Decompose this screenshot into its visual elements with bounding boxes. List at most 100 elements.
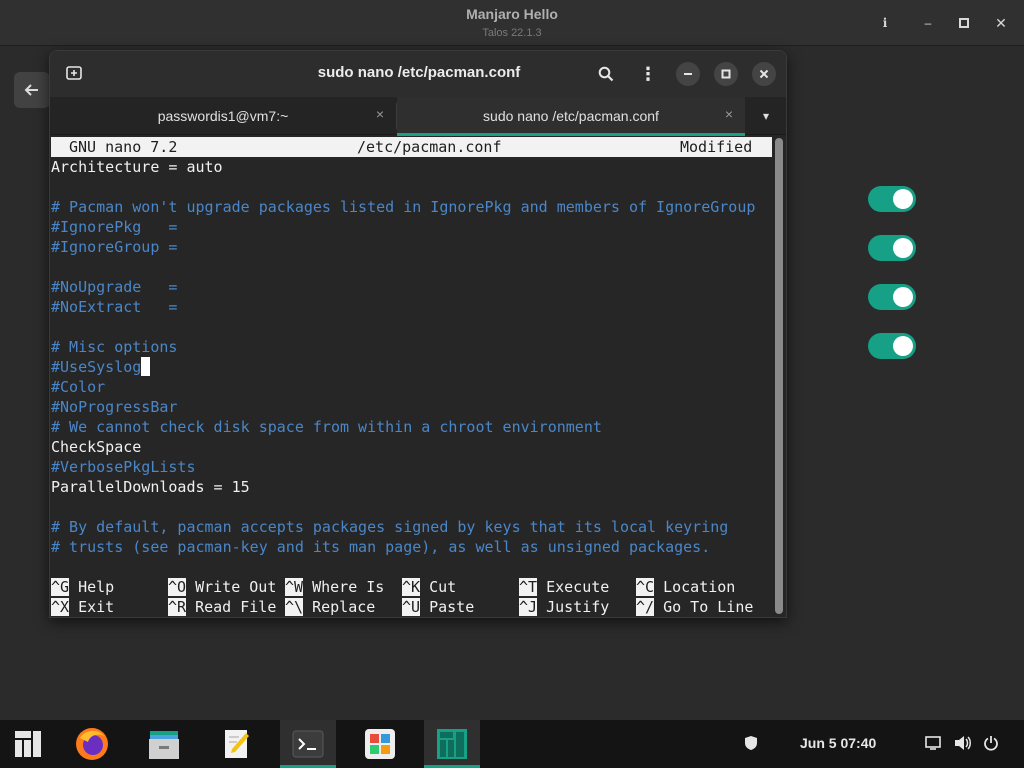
firefox-icon[interactable] xyxy=(64,720,120,768)
shortcut-read-file[interactable]: ^R Read File xyxy=(168,597,276,617)
config-line[interactable]: CheckSpace xyxy=(51,437,141,457)
comment-line[interactable]: # trusts (see pacman-key and its man pag… xyxy=(51,537,710,557)
comment-line[interactable]: # By default, pacman accepts packages si… xyxy=(51,517,728,537)
text-cursor xyxy=(141,357,151,376)
config-line[interactable]: ParallelDownloads = 15 xyxy=(51,477,250,497)
arrow-left-icon xyxy=(24,84,38,96)
toggle-switch-2[interactable] xyxy=(868,235,916,261)
shortcut-key: ^X xyxy=(51,598,70,616)
config-line[interactable]: Architecture = auto xyxy=(51,157,223,177)
maximize-icon[interactable] xyxy=(953,12,975,34)
shortcut-execute[interactable]: ^T Execute xyxy=(519,577,609,597)
tab-home-shell[interactable]: passwordis1@vm7:~ × xyxy=(50,97,396,135)
toggle-switch-1[interactable] xyxy=(868,186,916,212)
info-icon[interactable]: i xyxy=(874,12,896,34)
shortcut-label: Location xyxy=(663,578,736,596)
back-button[interactable] xyxy=(14,72,50,108)
comment-line[interactable]: #Color xyxy=(51,377,105,397)
scrollbar-thumb[interactable] xyxy=(775,138,783,614)
shortcut-write-out[interactable]: ^O Write Out xyxy=(168,577,276,597)
shield-icon[interactable] xyxy=(740,732,762,754)
shortcut-label: Replace xyxy=(312,598,376,616)
terminal-icon[interactable] xyxy=(280,720,336,768)
shortcut-label: Go To Line xyxy=(663,598,754,616)
shortcut-key: ^R xyxy=(168,598,187,616)
comment-line[interactable]: #NoProgressBar xyxy=(51,397,177,417)
shortcut-exit[interactable]: ^X Exit xyxy=(51,597,114,617)
manjaro-menu-icon[interactable] xyxy=(0,720,56,768)
nano-version: GNU nano 7.2 xyxy=(69,138,178,156)
maximize-button[interactable] xyxy=(714,62,738,86)
terminal-header: sudo nano /etc/pacman.conf ⋮ xyxy=(50,51,786,97)
minimize-icon[interactable]: – xyxy=(917,12,939,34)
software-center-icon[interactable] xyxy=(352,720,408,768)
shortcut-key: ^\ xyxy=(285,598,304,616)
comment-line[interactable]: #UseSyslog xyxy=(51,357,151,377)
shortcut-justify[interactable]: ^J Justify xyxy=(519,597,609,617)
shortcut-key: ^O xyxy=(168,578,187,596)
shortcut-cut[interactable]: ^K Cut xyxy=(402,577,456,597)
terminal-window: sudo nano /etc/pacman.conf ⋮ passwordis1… xyxy=(49,50,787,618)
manjaro-hello-header: Manjaro Hello Talos 22.1.3 i – ✕ xyxy=(0,0,1024,46)
shortcut-paste[interactable]: ^U Paste xyxy=(402,597,474,617)
shortcut-where-is[interactable]: ^W Where Is xyxy=(285,577,384,597)
terminal-tab-bar: passwordis1@vm7:~ × sudo nano /etc/pacma… xyxy=(50,97,786,136)
tab-label: passwordis1@vm7:~ xyxy=(157,108,289,124)
shortcut-key: ^/ xyxy=(636,598,655,616)
window-title: Manjaro Hello xyxy=(466,6,558,22)
scrollbar[interactable] xyxy=(775,138,783,614)
tab-label: sudo nano /etc/pacman.conf xyxy=(483,108,659,124)
shortcut-label: Where Is xyxy=(312,578,385,596)
network-icon[interactable] xyxy=(922,732,944,754)
shortcut-location[interactable]: ^C Location xyxy=(636,577,735,597)
comment-line[interactable]: #VerbosePkgLists xyxy=(51,457,196,477)
power-icon[interactable] xyxy=(980,732,1002,754)
minimize-button[interactable] xyxy=(676,62,700,86)
volume-icon[interactable] xyxy=(952,732,974,754)
shortcut-label: Justify xyxy=(546,598,610,616)
nano-status: Modified xyxy=(680,138,753,156)
tab-nano[interactable]: sudo nano /etc/pacman.conf × xyxy=(397,97,745,136)
shortcut-help[interactable]: ^G Help xyxy=(51,577,114,597)
terminal-screen[interactable]: GNU nano 7.2 /etc/pacman.conf Modified A… xyxy=(51,136,772,617)
comment-line[interactable]: #NoExtract = xyxy=(51,297,177,317)
comment-line[interactable]: # Misc options xyxy=(51,337,177,357)
tab-dropdown-icon[interactable]: ▾ xyxy=(756,109,776,123)
toggle-knob xyxy=(893,336,913,356)
toggle-switch-3[interactable] xyxy=(868,284,916,310)
kebab-menu-icon[interactable]: ⋮ xyxy=(637,63,659,85)
toggle-knob xyxy=(893,287,913,307)
comment-line[interactable]: # We cannot check disk space from within… xyxy=(51,417,602,437)
close-button[interactable] xyxy=(752,62,776,86)
shortcut-go-to-line[interactable]: ^/ Go To Line xyxy=(636,597,753,617)
tab-close-icon[interactable]: × xyxy=(376,106,384,122)
toggle-switch-4[interactable] xyxy=(868,333,916,359)
shortcut-key: ^K xyxy=(402,578,421,596)
file-manager-icon[interactable] xyxy=(136,720,192,768)
shortcut-label: Execute xyxy=(546,578,610,596)
comment-line[interactable]: # Pacman won't upgrade packages listed i… xyxy=(51,197,755,217)
tab-close-icon[interactable]: × xyxy=(725,106,733,122)
window-subtitle: Talos 22.1.3 xyxy=(482,27,542,39)
shortcut-key: ^W xyxy=(285,578,304,596)
shortcut-label: Cut xyxy=(429,578,457,596)
text-editor-icon[interactable] xyxy=(210,720,266,768)
close-icon[interactable]: ✕ xyxy=(990,12,1012,34)
comment-line[interactable]: #IgnoreGroup = xyxy=(51,237,177,257)
comment-line[interactable]: #NoUpgrade = xyxy=(51,277,177,297)
clock[interactable]: Jun 5 07:40 xyxy=(800,735,876,751)
manjaro-hello-icon[interactable] xyxy=(424,720,480,768)
comment-line[interactable]: #IgnorePkg = xyxy=(51,217,177,237)
shortcut-key: ^J xyxy=(519,598,538,616)
shortcut-replace[interactable]: ^\ Replace xyxy=(285,597,375,617)
search-icon[interactable] xyxy=(595,63,617,85)
nano-filename: /etc/pacman.conf xyxy=(357,138,502,156)
